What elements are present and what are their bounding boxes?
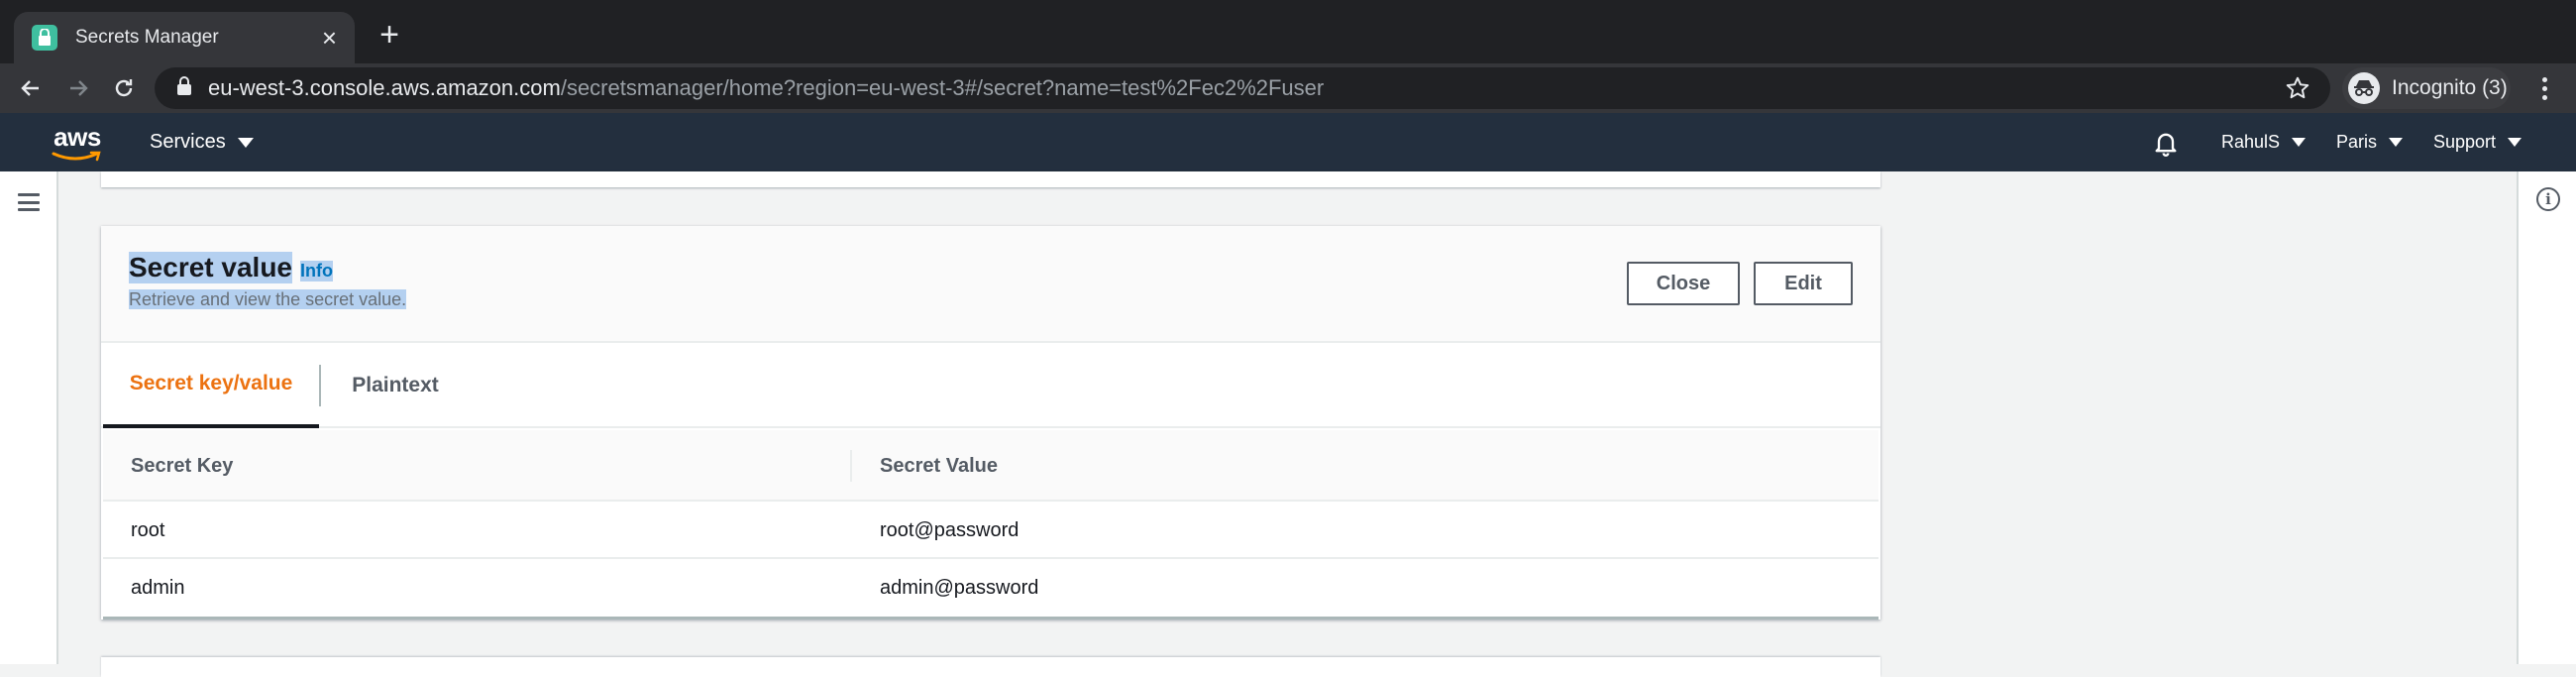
secret-key-cell: admin [131,576,185,599]
close-button[interactable]: Close [1627,262,1740,305]
kebab-menu-icon[interactable] [2532,71,2556,105]
card-description-text: Retrieve and view the secret value. [129,289,407,309]
url-host: eu-west-3.console.aws.amazon.com [208,75,561,100]
card-title-line: Secret value Info [129,252,333,283]
profile-button[interactable]: Incognito (3) [2342,67,2511,109]
account-label: RahulS [2221,132,2281,152]
column-header-secret-value: Secret Value [880,454,998,477]
forward-arrow-icon[interactable] [61,71,95,105]
secret-value-card: Secret value Info Retrieve and view the s… [101,226,1880,620]
url-path: /secretsmanager/home?region=eu-west-3#/s… [560,75,1325,100]
browser-tab[interactable]: Secrets Manager × [14,12,355,63]
info-link[interactable]: Info [300,261,333,282]
secret-key-cell: root [131,518,165,541]
browser-tab-strip: Secrets Manager × + [0,0,2576,63]
hamburger-icon[interactable] [18,193,40,211]
caret-down-icon [2389,138,2404,147]
table-row: root root@password [103,502,1878,559]
table-header: Secret Key Secret Value [103,430,1878,502]
browser-toolbar: eu-west-3.console.aws.amazon.com/secrets… [0,63,2576,113]
aws-logo-text: aws [54,122,101,152]
incognito-icon [2348,72,2380,104]
tab-title: Secrets Manager [75,27,219,48]
back-arrow-icon[interactable] [14,71,48,105]
card-description: Retrieve and view the secret value. [129,289,407,310]
plus-icon[interactable]: + [373,18,406,52]
edit-button[interactable]: Edit [1754,262,1853,305]
info-icon[interactable]: i [2536,187,2560,211]
services-menu[interactable]: Services [150,113,254,171]
services-label: Services [150,131,226,153]
profile-label: Incognito (3) [2392,76,2508,99]
tab-plaintext[interactable]: Plaintext [321,343,470,428]
tab-secret-key-value[interactable]: Secret key/value [103,343,319,428]
region-label: Paris [2336,132,2378,152]
column-divider [850,450,852,482]
region-menu[interactable]: Paris [2336,113,2404,171]
lock-icon [176,75,192,101]
url-text: eu-west-3.console.aws.amazon.com/secrets… [208,75,1324,101]
support-menu[interactable]: Support [2433,113,2522,171]
help-panel-rail: i [2517,171,2576,664]
caret-down-icon [2292,138,2307,147]
support-label: Support [2433,132,2497,152]
card-title: Secret value [129,252,292,283]
column-header-secret-key: Secret Key [131,454,234,477]
secret-value-cell: admin@password [880,576,1039,599]
aws-smile-icon [52,151,101,162]
side-navigation-rail [0,171,58,664]
account-menu[interactable]: RahulS [2221,113,2307,171]
secret-view-tabs: Secret key/value Plaintext [101,343,1880,428]
secret-key-value-table: Secret Key Secret Value root root@passwo… [103,430,1878,620]
card-header: Secret value Info Retrieve and view the s… [101,226,1880,343]
star-icon[interactable] [2285,75,2310,106]
previous-section-card [101,171,1880,187]
address-bar[interactable]: eu-west-3.console.aws.amazon.com/secrets… [155,67,2330,109]
aws-console-nav: aws Services RahulS Paris Support [0,113,2576,171]
secret-value-cell: root@password [880,518,1020,541]
aws-logo[interactable]: aws [50,123,105,163]
secrets-manager-favicon [32,25,57,51]
table-row: admin admin@password [103,559,1878,617]
close-icon[interactable]: × [322,25,337,51]
next-section-card [101,657,1880,677]
caret-down-icon [2508,138,2522,147]
caret-down-icon [237,137,254,148]
bell-icon[interactable] [2152,113,2180,171]
reload-icon[interactable] [107,71,141,105]
